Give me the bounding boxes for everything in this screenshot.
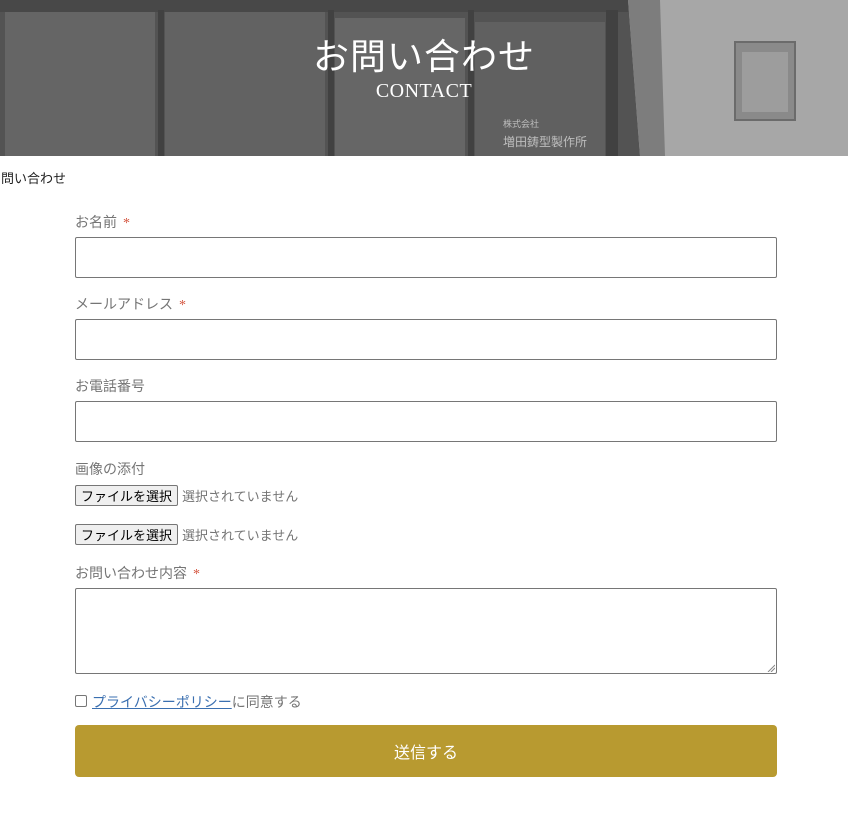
- privacy-policy-link[interactable]: プライバシーポリシー: [92, 696, 232, 711]
- name-label: お名前 *: [75, 212, 130, 232]
- required-mark: *: [193, 567, 200, 582]
- email-label-text: メールアドレス: [75, 298, 173, 313]
- privacy-checkbox[interactable]: [75, 695, 87, 707]
- page-title: お問い合わせ: [312, 37, 535, 78]
- image-attachment-label-text: 画像の添付: [75, 463, 145, 478]
- message-label-text: お問い合わせ内容: [75, 567, 187, 582]
- choose-file-button-1[interactable]: ファイルを選択: [75, 485, 179, 506]
- file-input-2: ファイルを選択 選択されていません: [75, 523, 298, 546]
- phone-label-text: お電話番号: [75, 380, 145, 395]
- required-mark: *: [123, 216, 130, 231]
- privacy-consent-suffix: に同意する: [231, 696, 302, 711]
- hero-banner: 株式会社 増田鋳型製作所 お問い合わせ CONTACT: [0, 0, 848, 156]
- file-status-2: 選択されていません: [182, 529, 299, 544]
- file-input-1: ファイルを選択 選択されていません: [75, 484, 298, 507]
- choose-file-button-2[interactable]: ファイルを選択: [75, 524, 179, 545]
- submit-button[interactable]: 送信する: [75, 725, 777, 777]
- file-status-1: 選択されていません: [182, 490, 299, 505]
- image-attachment-label: 画像の添付: [75, 459, 145, 479]
- privacy-consent-text: プライバシーポリシーに同意する: [92, 692, 302, 712]
- email-label: メールアドレス *: [75, 294, 186, 314]
- required-mark: *: [179, 298, 186, 313]
- message-label: お問い合わせ内容 *: [75, 563, 200, 583]
- message-textarea[interactable]: [75, 588, 777, 674]
- phone-label: お電話番号: [75, 376, 145, 396]
- breadcrumb: 問い合わせ: [1, 172, 67, 187]
- email-input[interactable]: [75, 319, 777, 360]
- name-label-text: お名前: [75, 216, 117, 231]
- phone-input[interactable]: [75, 401, 777, 442]
- privacy-consent: プライバシーポリシーに同意する: [75, 692, 302, 712]
- page-subtitle: CONTACT: [375, 80, 473, 102]
- resize-handle-icon[interactable]: [767, 664, 775, 672]
- name-input[interactable]: [75, 237, 777, 278]
